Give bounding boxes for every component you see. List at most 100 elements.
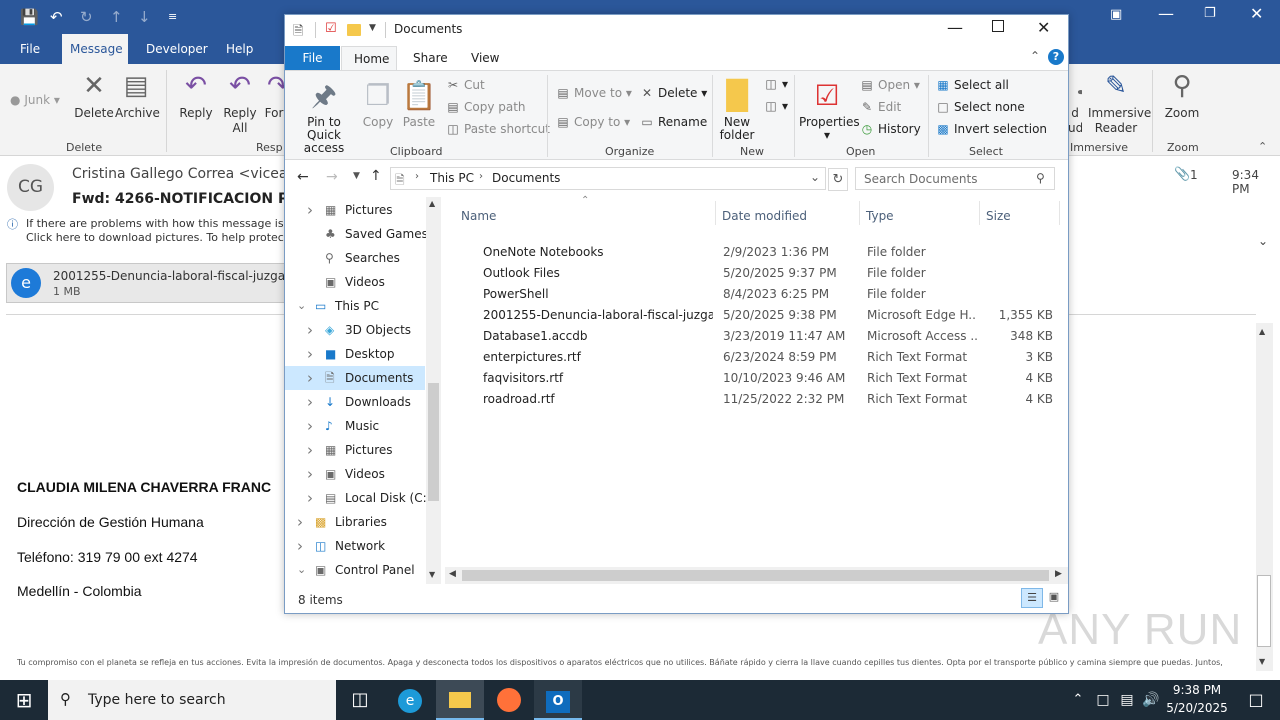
checklist-qat-icon[interactable]: ☑: [325, 21, 337, 36]
redo-icon[interactable]: ↻: [80, 8, 93, 26]
history-button[interactable]: ◷ History: [859, 122, 921, 136]
edge-taskbar-button[interactable]: e: [386, 680, 434, 720]
scroll-thumb[interactable]: [462, 570, 1049, 581]
collapse-ribbon-icon[interactable]: ⌃: [1030, 49, 1040, 63]
info-bar-line1[interactable]: If there are problems with how this mess…: [26, 217, 303, 230]
chevron-right-icon[interactable]: ›: [307, 366, 313, 390]
nav-item[interactable]: › ▣ Videos: [285, 462, 425, 486]
chevron-down-icon[interactable]: ⌄: [297, 558, 306, 582]
ribbon-display-icon[interactable]: ▣: [1110, 7, 1122, 22]
nav-item[interactable]: › ▤ Local Disk (C:): [285, 486, 431, 510]
show-hidden-icons-icon[interactable]: ⌃: [1066, 680, 1090, 720]
chevron-right-icon[interactable]: ›: [307, 198, 313, 222]
horizontal-scrollbar[interactable]: ◀ ▶: [445, 567, 1068, 584]
archive-button[interactable]: ▤ Archive: [115, 70, 160, 121]
file-row[interactable]: 2001255-Denuncia-laboral-fiscal-juzgado.…: [445, 305, 1055, 326]
chevron-right-icon[interactable]: ›: [307, 414, 313, 438]
notifications-icon[interactable]: □: [1232, 680, 1280, 720]
chevron-right-icon[interactable]: ›: [297, 534, 303, 558]
chevron-right-icon[interactable]: ›: [307, 486, 313, 510]
scroll-up-icon[interactable]: ▲: [1259, 327, 1265, 336]
nav-item[interactable]: ⌄ ▣ Control Panel: [285, 558, 425, 582]
file-row[interactable]: ADatabase1.accdb3/23/2019 11:47 AMMicros…: [445, 326, 1055, 347]
windows-start-icon[interactable]: ⊞: [0, 680, 48, 720]
up-arrow-icon[interactable]: ↑: [370, 168, 382, 184]
breadcrumb-this-pc[interactable]: This PC: [430, 171, 474, 185]
clock-date[interactable]: 5/20/2025: [1166, 701, 1228, 715]
nav-item[interactable]: › ◈ 3D Objects: [285, 318, 425, 342]
nav-item[interactable]: ⌄ ▭ This PC: [285, 294, 425, 318]
qat-dropdown-icon[interactable]: ▼: [369, 23, 376, 33]
scroll-down-icon[interactable]: ▼: [429, 570, 435, 579]
firefox-taskbar-button[interactable]: [485, 680, 533, 720]
move-to-button[interactable]: ▤ Move to ▾: [555, 86, 632, 100]
nav-item[interactable]: › ↓ Downloads: [285, 390, 425, 414]
collapse-ribbon-icon[interactable]: ⌃: [1258, 140, 1267, 153]
immersive-reader-button[interactable]: ✎ Immersive Reader: [1088, 70, 1151, 136]
tab-message[interactable]: Message: [62, 34, 128, 64]
rename-button[interactable]: ▭ Rename: [639, 115, 707, 129]
easy-access-button[interactable]: ◫ ▾: [763, 99, 788, 113]
properties-button[interactable]: ☑ Properties ▾: [799, 79, 860, 142]
volume-icon[interactable]: 🔊: [1139, 680, 1163, 720]
nav-item[interactable]: › 🗎 Documents: [285, 366, 425, 390]
file-row[interactable]: Wroadroad.rtf11/25/2022 2:32 PMRich Text…: [445, 389, 1055, 410]
scroll-left-icon[interactable]: ◀: [449, 569, 456, 579]
zoom-button[interactable]: ⚲ Zoom: [1162, 70, 1202, 121]
up-arrow-icon[interactable]: ↑: [110, 8, 123, 26]
help-icon[interactable]: ?: [1048, 49, 1064, 65]
minimize-button[interactable]: —: [947, 18, 963, 37]
scroll-up-icon[interactable]: ▲: [429, 199, 435, 208]
forward-button[interactable]: ↷ For: [262, 70, 286, 121]
file-row[interactable]: Outlook Files 5/20/2025 9:37 PM File folde…: [445, 263, 1055, 284]
outlook-taskbar-button[interactable]: O: [534, 680, 582, 720]
reply-button[interactable]: ↶ Reply: [176, 70, 216, 121]
tab-home[interactable]: Home: [341, 46, 397, 70]
nav-item[interactable]: ▣ Videos: [285, 270, 425, 294]
pin-to-quick-access-button[interactable]: 🖈 Pin to Quick access: [289, 79, 359, 155]
message-scrollbar[interactable]: ▲ ▼: [1256, 323, 1273, 671]
file-row[interactable]: OneNote Notebooks 2/9/2023 1:36 PM File fo…: [445, 242, 1055, 263]
nav-item[interactable]: › ▩ Libraries: [285, 510, 425, 534]
wifi-tray-icon[interactable]: ▤: [1115, 680, 1139, 720]
taskbar-search-box[interactable]: ⚲ Type here to search: [48, 680, 336, 720]
tab-file[interactable]: File: [285, 46, 340, 70]
nav-item[interactable]: › ◫ Network: [285, 534, 425, 558]
new-item-button[interactable]: ◫ ▾: [763, 77, 788, 91]
reply-all-button[interactable]: ↶ Reply All: [220, 70, 260, 136]
scroll-thumb[interactable]: [1257, 575, 1271, 647]
attachment-card[interactable]: e 2001255-Denuncia-laboral-fiscal-juzgad…: [6, 263, 315, 303]
column-date-modified[interactable]: Date modified: [722, 209, 807, 223]
copy-path-button[interactable]: ▤ Copy path: [445, 100, 525, 114]
chevron-down-icon[interactable]: ⌄: [297, 294, 306, 318]
outlook-minimize-button[interactable]: —: [1158, 4, 1174, 23]
info-bar-line2[interactable]: Click here to download pictures. To help…: [26, 231, 298, 244]
tab-help[interactable]: Help: [218, 34, 261, 64]
close-button[interactable]: ✕: [1037, 18, 1050, 37]
properties-qat-icon[interactable]: 🗎: [293, 22, 303, 44]
recent-locations-icon[interactable]: ▼: [353, 171, 360, 181]
nav-item[interactable]: › ▦ Pictures: [285, 198, 425, 222]
read-aloud-button[interactable]: ♪dud: [1068, 70, 1082, 136]
outlook-restore-button[interactable]: ❐: [1204, 6, 1216, 21]
copy-button[interactable]: ❐ Copy: [361, 79, 395, 129]
clock-time[interactable]: 9:38 PM: [1166, 683, 1228, 697]
refresh-icon[interactable]: ↻: [828, 168, 848, 191]
chevron-right-icon[interactable]: ›: [307, 318, 313, 342]
search-input[interactable]: Search Documents ⚲: [855, 167, 1055, 190]
select-all-button[interactable]: ▦ Select all: [935, 78, 1009, 92]
select-none-button[interactable]: □ Select none: [935, 100, 1024, 114]
edit-button[interactable]: ✎ Edit: [859, 100, 901, 114]
forward-arrow-icon[interactable]: →: [326, 169, 338, 185]
tab-view[interactable]: View: [459, 46, 511, 70]
breadcrumb-documents[interactable]: Documents: [492, 171, 560, 185]
expand-header-icon[interactable]: ⌄: [1258, 234, 1268, 248]
outlook-close-button[interactable]: ✕: [1250, 4, 1263, 23]
delete-button[interactable]: ✕ Delete ▾: [639, 86, 707, 100]
file-row[interactable]: Wenterpictures.rtf6/23/2024 8:59 PMRich …: [445, 347, 1055, 368]
tab-share[interactable]: Share: [401, 46, 460, 70]
file-row[interactable]: Wfaqvisitors.rtf10/10/2023 9:46 AMRich T…: [445, 368, 1055, 389]
paste-button[interactable]: 📋 Paste: [401, 79, 437, 129]
down-arrow-icon[interactable]: ↓: [138, 8, 151, 26]
scroll-down-icon[interactable]: ▼: [1259, 657, 1265, 666]
